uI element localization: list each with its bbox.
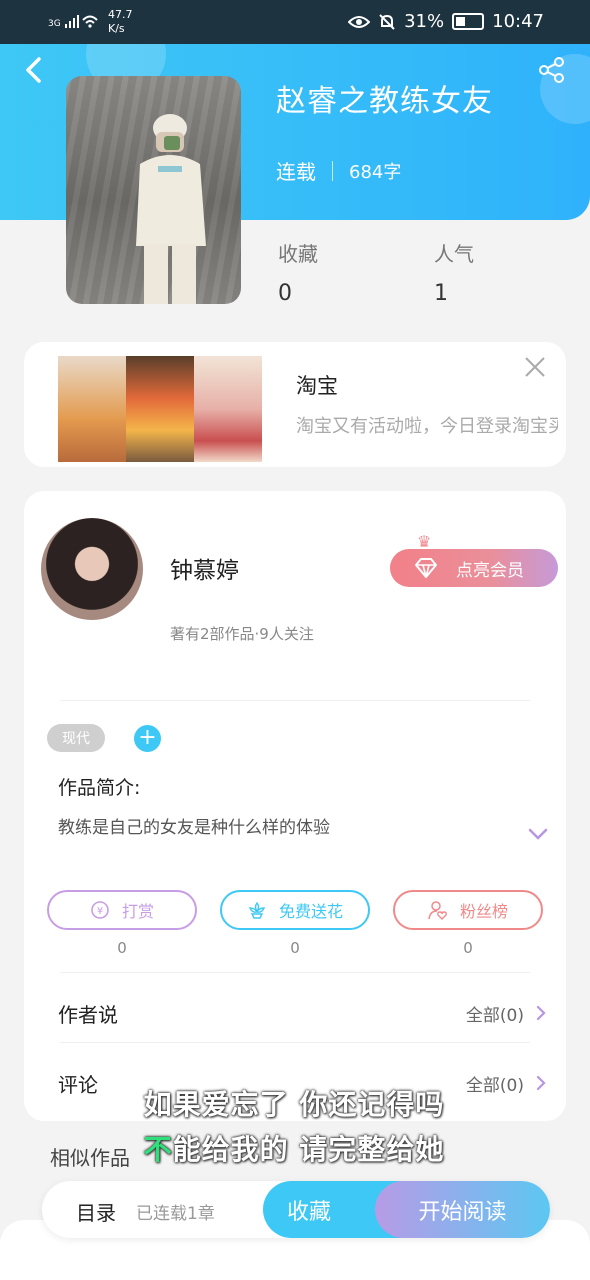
- battery-icon: [452, 13, 485, 30]
- back-arrow-icon[interactable]: [24, 56, 44, 84]
- flower-count: 0: [290, 939, 300, 957]
- divider: [60, 1042, 530, 1043]
- flower-icon: [248, 901, 266, 919]
- status-right: 31% 10:47: [348, 11, 544, 32]
- stat-popularity: 人气 1: [434, 242, 474, 306]
- intro-text: 教练是自己的女友是种什么样的体验: [58, 818, 330, 838]
- battery-percent: 31%: [404, 11, 445, 32]
- coin-icon: ¥: [91, 901, 109, 919]
- diamond-icon: [415, 558, 437, 578]
- cover-figure: [136, 114, 206, 304]
- chevron-right-icon: [536, 1005, 546, 1021]
- eye-icon: [348, 15, 371, 28]
- bottom-action-bar: 目录 已连载1章 收藏 开始阅读: [42, 1181, 550, 1238]
- fan-icon: [428, 901, 447, 920]
- send-flower-label: 免费送花: [278, 902, 343, 921]
- toc-button[interactable]: 目录: [76, 1197, 116, 1226]
- share-icon[interactable]: [538, 56, 566, 84]
- divider: [60, 700, 530, 701]
- author-says-more[interactable]: 全部(0): [466, 1001, 546, 1026]
- network-speed: 47.7 K/s: [108, 8, 133, 35]
- stat-favorites: 收藏 0: [278, 242, 318, 306]
- book-detail-card: 钟慕婷 著有2部作品·9人关注 ♛ 点亮会员 现代 + 作品简介: 教练是自己的…: [24, 491, 566, 1121]
- fan-ranking-button[interactable]: 粉丝榜: [393, 890, 543, 930]
- status-bar: 3G 47.7 K/s 31% 10:47: [0, 0, 590, 44]
- reward-label: 打赏: [121, 902, 154, 921]
- wifi-icon: [64, 15, 98, 28]
- fan-count: 0: [463, 939, 473, 957]
- vip-label: 点亮会员: [456, 560, 524, 581]
- word-count: 684字: [349, 161, 402, 183]
- divider: [60, 972, 530, 973]
- vip-button[interactable]: ♛ 点亮会员: [390, 532, 558, 587]
- ad-image: [58, 356, 262, 462]
- author-says-label: 作者说: [58, 1002, 118, 1027]
- book-status-row: 连载 684字: [276, 156, 401, 185]
- author-meta: 著有2部作品·9人关注: [170, 625, 314, 643]
- chevron-down-icon[interactable]: [528, 827, 548, 841]
- lyric-line-1: 如果爱忘了 你还记得吗: [143, 1088, 445, 1121]
- book-stats: 收藏 0 人气 1: [278, 238, 558, 308]
- start-reading-button[interactable]: 开始阅读: [375, 1181, 550, 1238]
- send-flower-button[interactable]: 免费送花: [220, 890, 370, 930]
- book-cover[interactable]: [66, 76, 241, 304]
- svg-text:¥: ¥: [97, 906, 103, 917]
- author-says-row[interactable]: 作者说 全部(0): [58, 993, 546, 1033]
- mute-bell-icon: [379, 13, 395, 30]
- author-avatar[interactable]: [41, 518, 143, 620]
- author-name[interactable]: 钟慕婷: [170, 551, 239, 585]
- clock: 10:47: [492, 11, 544, 32]
- reward-button[interactable]: ¥ 打赏: [47, 890, 197, 930]
- book-title: 赵睿之教练女友: [276, 84, 493, 119]
- close-icon[interactable]: [524, 356, 546, 378]
- crown-icon: ♛: [417, 532, 432, 551]
- genre-tag[interactable]: 现代: [47, 724, 105, 752]
- reward-count: 0: [117, 939, 127, 957]
- fan-ranking-label: 粉丝榜: [459, 902, 508, 921]
- lyric-line-2: 不能给我的 请完整给她: [143, 1133, 445, 1166]
- ad-title: 淘宝: [296, 374, 338, 398]
- intro-heading: 作品简介:: [58, 777, 141, 799]
- ad-description: 淘宝又有活动啦，今日登录淘宝买东西超便宜!: [296, 416, 558, 437]
- network-type: 3G: [48, 19, 61, 29]
- ad-banner[interactable]: 淘宝 淘宝又有活动啦，今日登录淘宝买东西超便宜!: [24, 342, 566, 467]
- divider: [332, 160, 333, 181]
- network-signal-icon: 3G: [48, 12, 98, 30]
- add-tag-button[interactable]: +: [134, 725, 161, 752]
- chapter-count: 已连载1章: [136, 1204, 215, 1224]
- serial-status: 连载: [276, 160, 316, 184]
